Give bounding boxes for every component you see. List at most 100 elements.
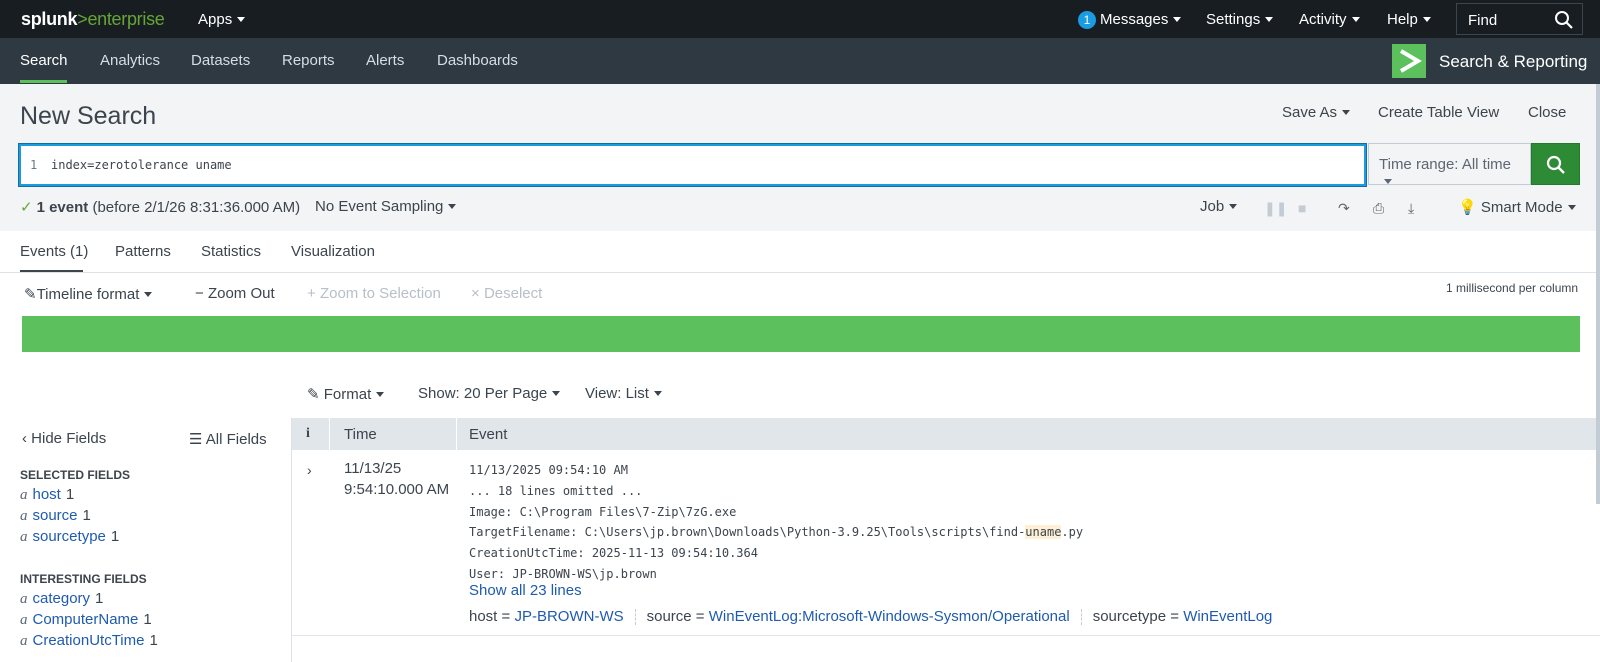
chevron-down-icon [552,390,561,396]
tab-visualization[interactable]: Visualization [291,243,375,260]
view-dropdown[interactable]: View: List [585,385,662,402]
chevron-down-icon [237,16,246,22]
timeline-format-dropdown[interactable]: ✎Timeline format [24,285,153,303]
chevron-down-icon [1422,16,1431,22]
nav-dashboards[interactable]: Dashboards [437,52,518,69]
fields-sidebar: ‹ Hide Fields ☰ All Fields SELECTED FIEL… [0,418,292,662]
search-query-input[interactable]: 1 index=zerotolerance uname [19,144,1366,186]
plus-icon: + [307,285,316,302]
source-value-link[interactable]: WinEventLog:Microsoft-Windows-Sysmon/Ope… [709,608,1070,625]
search-query-text[interactable]: index=zerotolerance uname [51,158,232,172]
chevron-down-icon [653,390,662,396]
chevron-down-icon [448,203,457,209]
nav-datasets[interactable]: Datasets [191,52,250,69]
app-title[interactable]: Search & Reporting [1439,52,1587,72]
search-mode-dropdown[interactable]: 💡 Smart Mode [1458,198,1576,216]
chevron-down-icon [1342,109,1351,115]
event-time: 11/13/25 9:54:10.000 AM [344,460,450,498]
help-menu[interactable]: Help [1387,11,1431,28]
messages-menu[interactable]: 1 Messages [1078,11,1182,29]
app-nav-bar: Search Analytics Datasets Reports Alerts… [0,38,1600,84]
field-sourcetype[interactable]: a sourcetype 1 [20,528,119,546]
zoom-to-selection-button[interactable]: + Zoom to Selection [307,285,441,302]
per-page-dropdown[interactable]: Show: 20 Per Page [418,385,561,402]
zoom-out-button[interactable]: − Zoom Out [195,285,275,302]
interesting-fields-header: INTERESTING FIELDS [20,572,147,586]
page-scrollbar[interactable] [1596,84,1600,504]
time-column-header[interactable]: Time [344,426,377,443]
search-term-highlight: uname [1025,525,1062,540]
field-source[interactable]: a source 1 [20,507,91,525]
job-menu[interactable]: Job [1200,198,1238,215]
format-dropdown[interactable]: ✎ Format [307,385,385,403]
nav-alerts[interactable]: Alerts [366,52,404,69]
tab-statistics[interactable]: Statistics [201,243,261,260]
column-divider [329,418,330,450]
app-icon[interactable] [1392,44,1426,78]
search-icon [1546,155,1565,174]
search-icon[interactable] [1554,10,1574,30]
tab-patterns[interactable]: Patterns [115,243,171,260]
check-icon: ✓ [20,199,33,216]
deselect-button[interactable]: × Deselect [471,285,542,302]
print-icon[interactable]: ⎙ [1373,200,1384,217]
events-table-header: i Time Event [292,418,1600,450]
field-creationutctime[interactable]: a CreationUtcTime 1 [20,632,158,650]
chevron-right-icon[interactable]: › [307,462,312,478]
settings-menu[interactable]: Settings [1206,11,1274,28]
host-value-link[interactable]: JP-BROWN-WS [514,608,623,625]
all-fields-button[interactable]: ☰ All Fields [189,430,267,448]
close-button[interactable]: Close [1528,104,1566,121]
field-category[interactable]: a category 1 [20,590,103,608]
timeline-bar[interactable] [22,316,1580,352]
stop-icon[interactable]: ■ [1298,200,1306,216]
lightbulb-icon: 💡 [1458,199,1477,216]
share-icon[interactable]: ↷ [1338,200,1350,217]
chevron-down-icon [1351,16,1360,22]
field-computername[interactable]: a ComputerName 1 [20,611,152,629]
save-as-button[interactable]: Save As [1282,104,1351,121]
nav-search[interactable]: Search [20,52,68,69]
list-icon: ☰ [189,431,203,448]
search-button[interactable] [1531,143,1580,185]
splunk-logo[interactable]: splunk>enterprise [21,9,165,30]
minus-icon: − [195,285,204,302]
activity-menu[interactable]: Activity [1299,11,1360,28]
results-tabs: Events (1) Patterns Statistics Visualiza… [0,231,1600,273]
close-icon: × [471,285,480,302]
line-number: 1 [30,158,38,172]
chevron-down-icon [1229,203,1238,209]
chevron-down-icon [1384,178,1392,184]
search-header: New Search Save As Create Table View Clo… [0,84,1600,231]
selected-fields-header: SELECTED FIELDS [20,468,131,482]
active-tab-indicator [20,270,83,272]
field-host[interactable]: a host 1 [20,486,74,504]
chevron-down-icon [144,291,153,297]
nav-reports[interactable]: Reports [282,52,335,69]
column-divider [456,418,457,450]
time-range-picker[interactable]: Time range: All time [1368,143,1531,185]
search-status: ✓ 1 event (before 2/1/26 8:31:36.000 AM) [20,199,301,216]
table-row: › 11/13/25 9:54:10.000 AM 11/13/2025 09:… [292,450,1600,636]
find-input[interactable]: Find [1456,3,1583,35]
sourcetype-value-link[interactable]: WinEventLog [1183,608,1272,625]
create-table-view-button[interactable]: Create Table View [1378,104,1499,121]
export-icon[interactable]: ⤓ [1408,200,1414,217]
page-title: New Search [20,102,157,130]
event-raw-text: 11/13/2025 09:54:10 AM... 18 lines omitt… [469,463,1084,581]
chevron-down-icon [1567,204,1576,210]
field-divider [1080,609,1082,626]
timeline-scale: 1 millisecond per column [1446,281,1579,295]
chevron-down-icon [376,391,385,397]
event-column-header: Event [469,426,508,443]
active-nav-indicator [20,80,67,83]
event-sampling-dropdown[interactable]: No Event Sampling [315,198,457,215]
hide-fields-button[interactable]: ‹ Hide Fields [22,430,106,447]
show-all-lines-link[interactable]: Show all 23 lines [469,582,582,599]
info-column-header: i [306,426,310,441]
apps-menu[interactable]: Apps [198,11,246,28]
nav-analytics[interactable]: Analytics [100,52,160,69]
tab-events[interactable]: Events (1) [20,243,88,260]
pause-icon[interactable]: ❚❚ [1264,200,1287,217]
pencil-icon: ✎ [24,286,37,303]
